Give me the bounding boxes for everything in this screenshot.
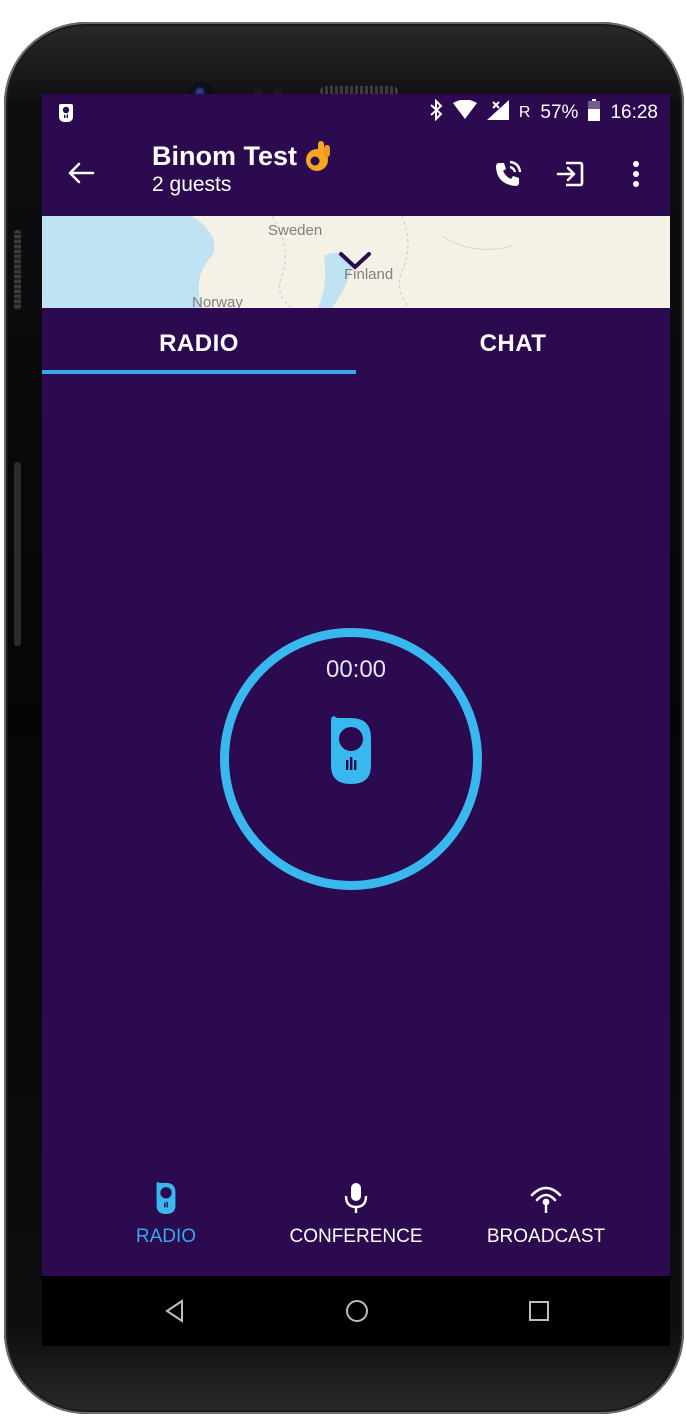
app-bar: Binom Test 2 guests bbox=[42, 132, 670, 216]
signal-icon bbox=[486, 99, 509, 127]
nav-conference[interactable]: CONFERENCE bbox=[256, 1174, 456, 1248]
channel-title: Binom Test bbox=[152, 141, 298, 171]
system-navigation-bar bbox=[42, 1276, 670, 1346]
exit-icon bbox=[556, 161, 584, 187]
tab-radio-label: RADIO bbox=[159, 330, 239, 357]
app-screen: R 57% 16:28 Binom Test 2 guests Sweden F… bbox=[42, 94, 670, 1346]
microphone-icon bbox=[256, 1174, 456, 1222]
circle-home-icon bbox=[346, 1300, 368, 1322]
power-button bbox=[14, 462, 21, 646]
nav-radio-label: RADIO bbox=[135, 1226, 197, 1247]
tab-chat[interactable]: CHAT bbox=[356, 308, 670, 380]
radio-logo-icon bbox=[329, 714, 373, 791]
radio-icon bbox=[66, 1174, 266, 1222]
triangle-back-icon bbox=[165, 1299, 183, 1323]
system-home-button[interactable] bbox=[344, 1298, 372, 1326]
nav-broadcast[interactable]: BROADCAST bbox=[446, 1174, 646, 1248]
square-recents-icon bbox=[529, 1301, 549, 1321]
chevron-down-icon bbox=[339, 252, 371, 269]
battery-percent: 57% bbox=[540, 102, 579, 123]
guest-count: 2 guests bbox=[152, 173, 232, 196]
call-button[interactable] bbox=[490, 156, 526, 192]
broadcast-icon bbox=[446, 1174, 646, 1222]
more-options-button[interactable] bbox=[618, 156, 654, 192]
map-label-norway: Norway bbox=[192, 294, 243, 308]
clock: 16:28 bbox=[610, 102, 658, 123]
phone-call-icon bbox=[496, 160, 522, 186]
map-label-sweden: Sweden bbox=[268, 222, 323, 239]
tab-bar: RADIO CHAT bbox=[42, 308, 670, 380]
status-icons: R 57% 16:28 bbox=[429, 98, 658, 128]
map-preview[interactable]: Sweden Finland Norway bbox=[42, 216, 670, 308]
conversation-header[interactable]: Binom Test 2 guests bbox=[152, 136, 331, 196]
more-vertical-icon bbox=[633, 161, 639, 187]
ok-hand-emoji-icon bbox=[303, 139, 331, 173]
system-back-button[interactable] bbox=[162, 1298, 190, 1326]
app-notification-icon bbox=[58, 102, 74, 122]
exit-button[interactable] bbox=[552, 156, 588, 192]
volume-button bbox=[14, 230, 21, 310]
talk-timer: 00:00 bbox=[325, 656, 387, 683]
nav-conference-label: CONFERENCE bbox=[289, 1226, 423, 1247]
active-tab-indicator bbox=[42, 370, 356, 374]
bluetooth-icon bbox=[429, 98, 443, 128]
back-button[interactable] bbox=[66, 158, 106, 188]
back-arrow-icon bbox=[68, 162, 95, 184]
system-recents-button[interactable] bbox=[526, 1298, 554, 1326]
wifi-icon bbox=[452, 99, 477, 127]
battery-icon bbox=[588, 98, 601, 128]
nav-radio[interactable]: RADIO bbox=[66, 1174, 266, 1248]
nav-broadcast-label: BROADCAST bbox=[486, 1226, 606, 1247]
expand-map-button[interactable] bbox=[338, 250, 372, 277]
roaming-indicator: R bbox=[518, 104, 531, 121]
tab-chat-label: CHAT bbox=[479, 330, 547, 357]
status-bar: R 57% 16:28 bbox=[42, 94, 670, 132]
bottom-navigation: RADIO CONFERENCE BROADCAST bbox=[42, 1164, 670, 1276]
